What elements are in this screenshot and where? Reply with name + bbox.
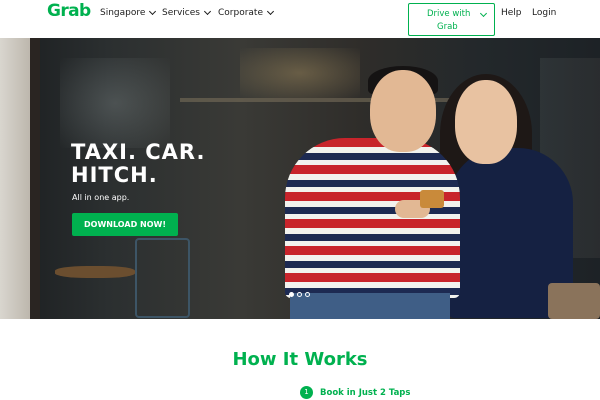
nav-singapore-label: Singapore [100, 8, 146, 18]
hero-photo-phone [420, 190, 444, 208]
site-header: Grab Singapore Services Corporate Drive … [0, 0, 600, 38]
hero-photo-bag [548, 283, 600, 319]
step-label: Book in Just 2 Taps [320, 387, 411, 398]
hero-title: TAXI. CAR. HITCH. [71, 140, 206, 187]
nav-services-label: Services [162, 8, 200, 18]
hero-photo-light [60, 58, 170, 148]
chevron-down-icon [479, 9, 488, 18]
hero-photo-wall [0, 38, 30, 319]
nav-corporate[interactable]: Corporate [218, 7, 275, 18]
hero-photo-light [240, 48, 360, 98]
grab-logo[interactable]: Grab [47, 1, 91, 21]
nav-corporate-label: Corporate [218, 8, 263, 18]
hero-photo-man-face [370, 70, 436, 152]
chevron-down-icon [149, 7, 157, 16]
how-it-works-step: 1 Book in Just 2 Taps [300, 386, 410, 399]
hero-photo-table [55, 266, 135, 278]
carousel-dot[interactable] [305, 292, 310, 297]
login-link[interactable]: Login [532, 8, 556, 18]
carousel-dot[interactable] [289, 292, 294, 297]
download-now-button[interactable]: DOWNLOAD NOW! [72, 213, 178, 236]
hero-photo-jeans [290, 293, 450, 319]
chevron-down-icon [203, 7, 211, 16]
drive-button-label-line2: Grab [437, 22, 458, 32]
chevron-down-icon [266, 7, 275, 16]
hero-banner: TAXI. CAR. HITCH. All in one app. DOWNLO… [0, 38, 600, 319]
carousel-indicators [289, 292, 310, 297]
carousel-dot[interactable] [297, 292, 302, 297]
nav-services[interactable]: Services [162, 7, 211, 18]
drive-with-grab-button[interactable]: Drive with Grab [408, 3, 495, 36]
hero-subtitle: All in one app. [72, 193, 130, 202]
help-link[interactable]: Help [501, 8, 522, 18]
step-number-badge: 1 [300, 386, 313, 399]
hero-photo-chair [135, 238, 190, 318]
hero-photo-man [285, 138, 460, 298]
how-it-works-title: How It Works [232, 349, 368, 370]
nav-singapore[interactable]: Singapore [100, 7, 157, 18]
hero-photo-window-frame [30, 38, 40, 319]
drive-button-label-line1: Drive with [427, 9, 471, 19]
page: Grab Singapore Services Corporate Drive … [0, 0, 600, 400]
hero-photo-woman-face [455, 80, 517, 164]
